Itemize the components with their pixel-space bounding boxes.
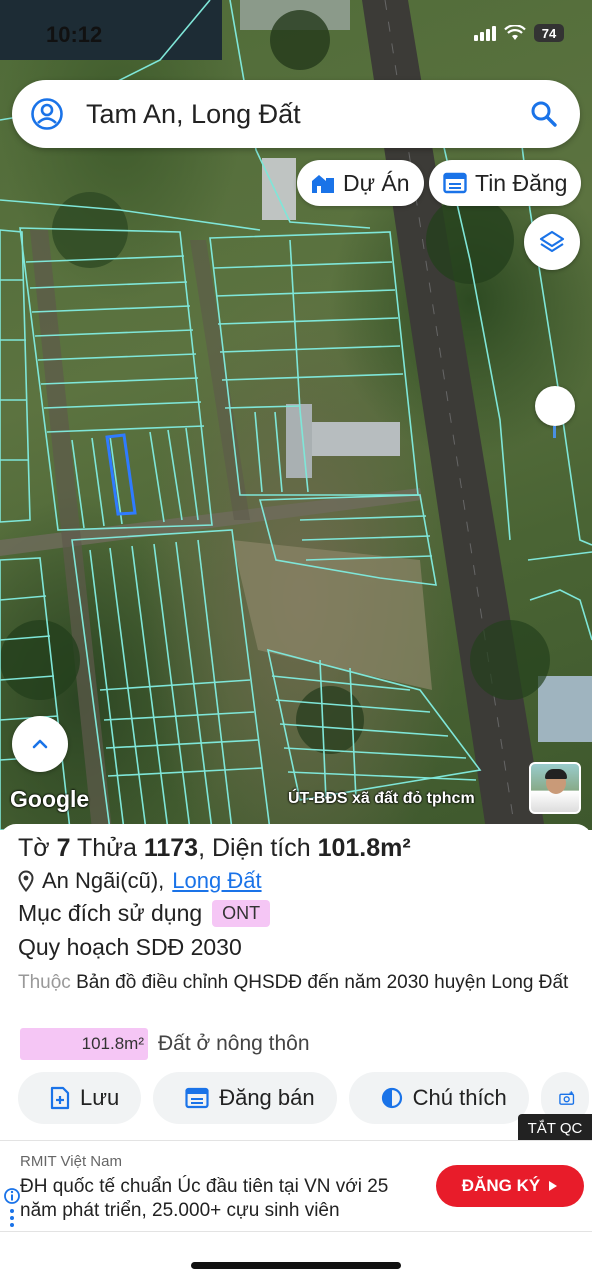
location-pin-icon (18, 870, 34, 892)
layers-icon (539, 230, 565, 253)
parcel-title: Tờ 7 Thửa 1173, Diện tích 101.8m² (18, 834, 411, 863)
parcel-number: 1173 (143, 834, 199, 862)
plan-prefix: Thuộc (18, 972, 71, 993)
search-bar[interactable]: Tam An, Long Đất (12, 80, 580, 148)
map-view[interactable]: 10:12 74 Tam An, Long Đất Dự Án Tin Đăng… (0, 0, 592, 830)
ad-banner[interactable]: RMIT Việt Nam ĐH quốc tế chuẩn Úc đầu ti… (0, 1140, 592, 1232)
sheet-number: 7 (56, 834, 71, 862)
commune-name: An Ngãi(cũ), (42, 868, 165, 893)
projects-chip[interactable]: Dự Án (297, 160, 424, 206)
contrast-icon (381, 1087, 402, 1109)
status-icons: 74 (474, 24, 564, 42)
area-label: , Diện tích (198, 834, 311, 862)
parcel-label: Thửa (77, 834, 137, 862)
search-icon[interactable] (530, 100, 558, 128)
plan-title: Quy hoạch SDĐ 2030 (18, 934, 242, 960)
play-arrow-icon (549, 1181, 558, 1191)
buildings-icon (312, 175, 334, 193)
land-use-purpose: Mục đích sử dụng ONT (18, 900, 271, 927)
land-type-row: 101.8m² Đất ở nông thôn (20, 1028, 310, 1060)
ad-text: ĐH quốc tế chuẩn Úc đầu tiên tại VN với … (20, 1176, 389, 1221)
plan-description: Thuộc Bản đồ điều chỉnh QHSDĐ đến năm 20… (18, 968, 578, 997)
layers-button[interactable] (524, 214, 580, 270)
plan-desc-text: Bản đồ điều chỉnh QHSDĐ đến năm 2030 huy… (76, 972, 569, 993)
land-type-label: Đất ở nông thôn (158, 1032, 310, 1055)
signal-icon (474, 25, 496, 41)
opacity-slider-track[interactable] (553, 426, 556, 438)
search-query[interactable]: Tam An, Long Đất (86, 99, 530, 130)
post-sale-button[interactable]: Đăng bán (153, 1072, 337, 1124)
account-icon[interactable] (30, 97, 64, 131)
sheet-label: Tờ (18, 834, 50, 862)
projects-chip-label: Dự Án (343, 169, 410, 196)
watermark-text: ÚT-BĐS xã đất đỏ tphcm (288, 790, 475, 807)
land-type-area-bar: 101.8m² (20, 1028, 148, 1060)
parcel-area: 101.8m² (317, 834, 411, 862)
ad-register-label: ĐĂNG KÝ (461, 1176, 541, 1195)
status-time: 10:12 (46, 22, 103, 47)
legend-button-label: Chú thích (412, 1085, 507, 1110)
post-sale-button-label: Đăng bán (219, 1085, 315, 1110)
battery-indicator: 74 (534, 24, 564, 42)
wifi-icon (504, 25, 526, 40)
parcel-info-sheet: Tờ 7 Thửa 1173, Diện tích 101.8m² An Ngã… (0, 824, 592, 1280)
ad-register-button[interactable]: ĐĂNG KÝ (436, 1165, 584, 1207)
chevron-up-icon (32, 739, 48, 749)
parcel-location: An Ngãi(cũ), Long Đất (18, 868, 262, 894)
listing-icon (443, 172, 467, 194)
expand-sheet-button[interactable] (12, 716, 68, 772)
save-button-label: Lưu (80, 1085, 120, 1110)
ad-brand: RMIT Việt Nam (20, 1153, 122, 1170)
save-button[interactable]: Lưu (18, 1072, 142, 1124)
close-ad-button[interactable]: TẮT QC (518, 1114, 592, 1142)
camera-add-icon (559, 1091, 574, 1105)
purpose-code-badge: ONT (212, 900, 271, 927)
action-buttons: Lưu Đăng bán Chú thích (18, 1072, 589, 1124)
google-logo: Google (10, 786, 90, 812)
opacity-slider-handle[interactable] (535, 386, 575, 426)
listings-chip-label: Tin Đăng (475, 169, 568, 196)
legend-button[interactable]: Chú thích (348, 1072, 529, 1124)
watermark-avatar (529, 762, 581, 814)
listing-icon (185, 1087, 209, 1109)
purpose-label: Mục đích sử dụng (18, 900, 203, 926)
listings-chip[interactable]: Tin Đăng (429, 160, 582, 206)
ad-info-icon[interactable] (3, 1187, 21, 1231)
district-link[interactable]: Long Đất (172, 868, 261, 894)
home-indicator[interactable] (191, 1262, 401, 1269)
file-add-icon (50, 1086, 70, 1110)
